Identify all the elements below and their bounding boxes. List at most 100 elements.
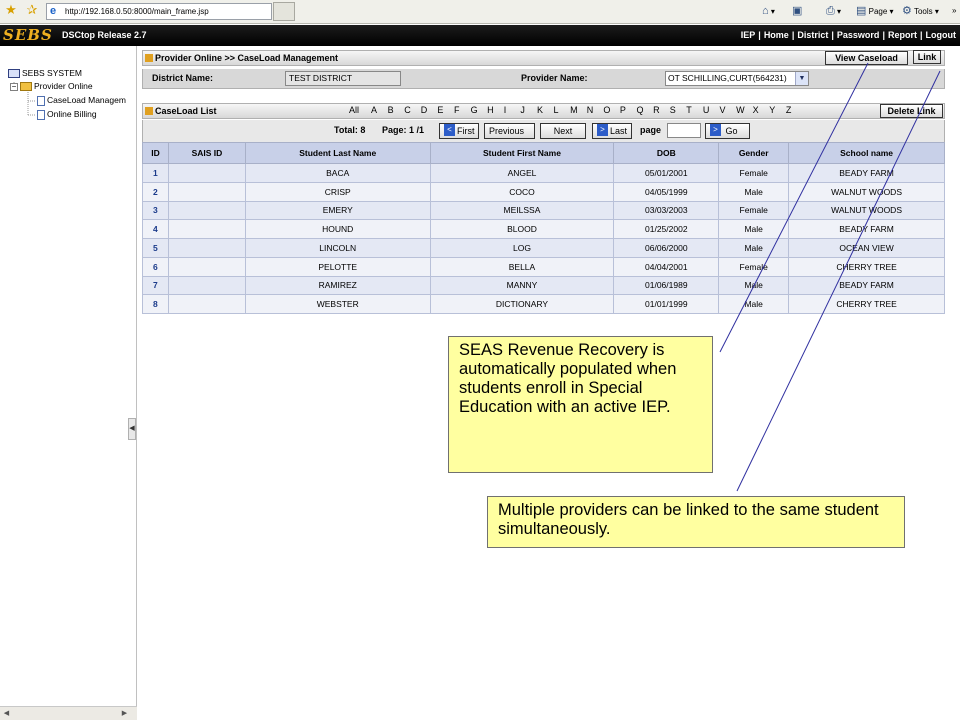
alpha-filter-b[interactable]: B (388, 105, 405, 115)
cell-dob: 04/05/1999 (613, 181, 720, 202)
filter-bar: District Name: TEST DISTRICT Provider Na… (142, 69, 945, 89)
previous-page-button[interactable]: Previous (484, 123, 535, 139)
alpha-filter-t[interactable]: T (686, 105, 703, 115)
print-icon[interactable]: ⎙ ▾ (826, 3, 841, 19)
alpha-filter-s[interactable]: S (670, 105, 687, 115)
nav-home-link[interactable]: Home (764, 30, 789, 40)
alpha-filter-e[interactable]: E (437, 105, 454, 115)
cell-id[interactable]: 1 (142, 163, 169, 183)
add-favorites-icon[interactable]: ✰ (24, 2, 40, 18)
alpha-filter-w[interactable]: W (736, 105, 753, 115)
feeds-icon[interactable]: ▣ (792, 3, 802, 19)
tools-menu[interactable]: ⚙ Tools ▾ (902, 3, 939, 19)
cell-last-name: WEBSTER (244, 294, 431, 314)
cell-gender: Female (718, 256, 790, 277)
column-header-gender[interactable]: Gender (718, 142, 790, 164)
alpha-filter-q[interactable]: Q (637, 105, 654, 115)
cell-id[interactable]: 5 (142, 238, 169, 258)
home-icon[interactable]: ⌂ ▾ (762, 3, 775, 19)
nav-report-link[interactable]: Report (888, 30, 917, 40)
table-row[interactable]: 5 LINCOLN LOG 06/06/2000 Male OCEAN VIEW (142, 238, 945, 258)
column-header-sais-id[interactable]: SAIS ID (167, 142, 246, 164)
alpha-filter-u[interactable]: U (703, 105, 720, 115)
first-page-button[interactable]: < First (439, 123, 479, 139)
cell-sais-id (167, 294, 246, 314)
next-page-button[interactable]: Next (540, 123, 586, 139)
alpha-filter-n[interactable]: N (587, 105, 604, 115)
alpha-filter-d[interactable]: D (421, 105, 438, 115)
cell-id[interactable]: 2 (142, 181, 169, 202)
delete-link-button[interactable]: Delete Link (880, 104, 943, 118)
view-caseload-button[interactable]: View Caseload (825, 51, 908, 65)
table-row[interactable]: 6 PELOTTE BELLA 04/04/2001 Female CHERRY TREE (142, 256, 945, 277)
nav-password-link[interactable]: Password (837, 30, 880, 40)
collapse-minus-icon[interactable]: − (10, 82, 18, 91)
cell-gender: Female (718, 163, 790, 183)
tree-folder-provider-online[interactable]: − Provider Online (10, 80, 93, 93)
alpha-filter-k[interactable]: K (537, 105, 554, 115)
table-row[interactable]: 1 BACA ANGEL 05/01/2001 Female BEADY FARM (142, 163, 945, 183)
alpha-filter-x[interactable]: X (753, 105, 770, 115)
go-button[interactable]: > Go (705, 123, 750, 139)
table-row[interactable]: 7 RAMIREZ MANNY 01/06/1989 Male BEADY FARM (142, 275, 945, 296)
alpha-filter-g[interactable]: G (471, 105, 488, 115)
nav-logout-link[interactable]: Logout (926, 30, 957, 40)
provider-select[interactable]: OT SCHILLING,CURT(564231) ▼ (665, 71, 809, 86)
sidebar-horizontal-scrollbar[interactable]: ◀ ▶ (0, 706, 137, 720)
alpha-filter-all[interactable]: All (349, 105, 371, 115)
alpha-filter-p[interactable]: P (620, 105, 637, 115)
alpha-filter-a[interactable]: A (371, 105, 388, 115)
overflow-chevron-icon[interactable]: » (952, 3, 956, 19)
column-header-first-name[interactable]: Student First Name (429, 142, 615, 164)
alpha-filter-o[interactable]: O (603, 105, 620, 115)
alpha-filter-z[interactable]: Z (786, 105, 803, 115)
tree-root[interactable]: SEBS SYSTEM (8, 67, 82, 80)
column-header-dob[interactable]: DOB (613, 142, 720, 164)
alpha-filter-c[interactable]: C (404, 105, 421, 115)
page-label: page (640, 125, 662, 135)
column-header-id[interactable]: ID (142, 142, 169, 164)
cell-id[interactable]: 8 (142, 294, 169, 314)
alpha-filter-v[interactable]: V (719, 105, 736, 115)
column-header-last-name[interactable]: Student Last Name (244, 142, 431, 164)
release-label: DSCtop Release 2.7 (62, 30, 147, 40)
new-tab-button[interactable] (273, 2, 295, 21)
sidebar-collapse-arrow-icon[interactable]: ◀ (128, 418, 136, 440)
nav-iep-link[interactable]: IEP (741, 30, 756, 40)
provider-section-header: Provider Online >> CaseLoad Management V… (142, 50, 945, 66)
link-button[interactable]: Link (913, 50, 941, 64)
sidebar-item-caseload-management[interactable]: CaseLoad Managem (37, 94, 126, 107)
scroll-right-icon[interactable]: ▶ (120, 709, 129, 718)
alpha-filter-m[interactable]: M (570, 105, 587, 115)
alpha-filter-h[interactable]: H (487, 105, 504, 115)
table-row[interactable]: 4 HOUND BLOOD 01/25/2002 Male BEADY FARM (142, 219, 945, 239)
alpha-filter-i[interactable]: I (504, 105, 521, 115)
table-row[interactable]: 3 EMERY MEILSSA 03/03/2003 Female WALNUT WOOD… (142, 200, 945, 221)
cell-gender: Male (718, 294, 790, 314)
sidebar-item-online-billing[interactable]: Online Billing (37, 108, 97, 121)
cell-id[interactable]: 4 (142, 219, 169, 239)
cell-id[interactable]: 7 (142, 275, 169, 296)
alpha-filter-f[interactable]: F (454, 105, 471, 115)
column-header-school-name[interactable]: School name (788, 142, 945, 164)
alpha-filter-j[interactable]: J (520, 105, 537, 115)
cell-id[interactable]: 6 (142, 256, 169, 277)
favorites-star-icon[interactable]: ★ (3, 2, 19, 18)
sidebar-tree: SEBS SYSTEM − Provider Online CaseLoad Ma… (0, 46, 137, 720)
page-number-input[interactable] (667, 123, 701, 138)
chevron-down-icon[interactable]: ▼ (795, 72, 808, 85)
cell-school-name: BEADY FARM (788, 275, 945, 296)
table-row[interactable]: 2 CRISP COCO 04/05/1999 Male WALNUT WOODS (142, 181, 945, 202)
alpha-filter-l[interactable]: L (554, 105, 571, 115)
last-page-button[interactable]: > Last (592, 123, 632, 139)
alpha-filter-y[interactable]: Y (769, 105, 786, 115)
nav-district-link[interactable]: District (797, 30, 828, 40)
cell-first-name: MANNY (429, 275, 615, 296)
page-menu[interactable]: ▤ Page ▾ (856, 3, 894, 19)
table-row[interactable]: 8 WEBSTER DICTIONARY 01/01/1999 Male CHERRY T… (142, 294, 945, 314)
address-bar[interactable]: e http://192.168.0.50:8000/main_frame.js… (46, 3, 272, 20)
district-field[interactable]: TEST DISTRICT (285, 71, 401, 86)
alpha-filter-r[interactable]: R (653, 105, 670, 115)
scroll-left-icon[interactable]: ◀ (2, 709, 11, 718)
cell-id[interactable]: 3 (142, 200, 169, 221)
